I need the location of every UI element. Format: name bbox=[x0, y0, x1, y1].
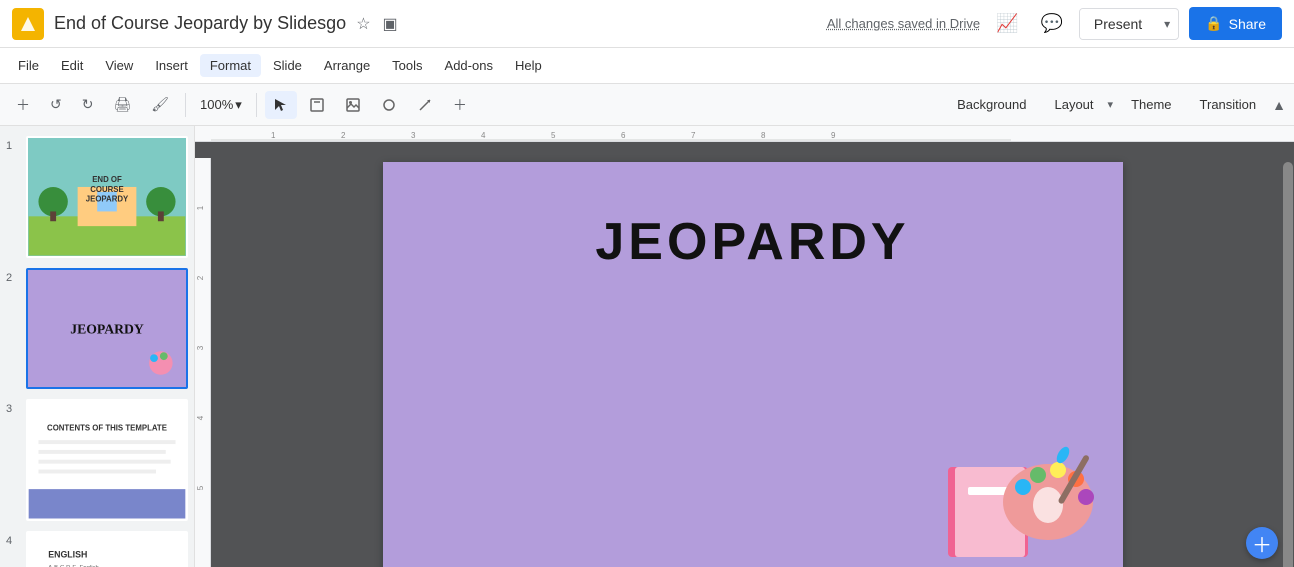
slide-thumbnail-1[interactable]: END OF COURSE JEOPARDY bbox=[26, 136, 188, 258]
svg-text:1: 1 bbox=[196, 205, 205, 210]
palette-decoration bbox=[943, 437, 1103, 557]
canvas-with-ruler: 1 2 3 4 5 JEOPARDY bbox=[195, 142, 1294, 567]
canvas-area: 1 2 3 4 5 6 7 8 9 1 2 3 4 5 bbox=[195, 126, 1294, 567]
slide-thumbnail-2[interactable]: JEOPARDY bbox=[26, 268, 188, 390]
svg-text:9: 9 bbox=[831, 131, 836, 140]
layout-arrow-icon[interactable]: ▾ bbox=[1106, 94, 1116, 115]
transition-button[interactable]: Transition bbox=[1188, 91, 1269, 118]
collapse-toolbar-button[interactable]: ▲ bbox=[1272, 97, 1286, 113]
svg-text:7: 7 bbox=[691, 131, 696, 140]
share-button[interactable]: 🔒 Share bbox=[1189, 7, 1282, 40]
zoom-control[interactable]: 100% ▾ bbox=[194, 93, 248, 117]
svg-text:6: 6 bbox=[621, 131, 626, 140]
ruler-horizontal: 1 2 3 4 5 6 7 8 9 bbox=[195, 126, 1294, 142]
svg-text:1: 1 bbox=[271, 131, 276, 140]
vertical-scrollbar[interactable] bbox=[1282, 142, 1294, 567]
app-icon bbox=[12, 8, 44, 40]
svg-text:ENGLISH: ENGLISH bbox=[48, 549, 87, 559]
main-content: 1 END O bbox=[0, 126, 1294, 567]
toolbar-right-section: Background Layout ▾ Theme Transition ▲ bbox=[945, 91, 1286, 118]
shape-tool[interactable] bbox=[373, 91, 405, 119]
svg-text:END OF: END OF bbox=[92, 175, 122, 184]
print-button[interactable]: 🖨 bbox=[105, 90, 139, 119]
svg-text:COURSE: COURSE bbox=[90, 185, 124, 194]
slide-canvas[interactable]: JEOPARDY bbox=[383, 162, 1123, 567]
menu-insert[interactable]: Insert bbox=[145, 54, 198, 77]
image-tool[interactable] bbox=[337, 91, 369, 119]
zoom-value: 100% bbox=[200, 97, 233, 112]
slide-1-preview: END OF COURSE JEOPARDY bbox=[28, 138, 186, 256]
cursor-tool[interactable] bbox=[265, 91, 297, 119]
svg-text:5: 5 bbox=[551, 131, 556, 140]
toolbar-separator-1 bbox=[185, 93, 186, 117]
menu-view[interactable]: View bbox=[95, 54, 143, 77]
share-label: Share bbox=[1229, 16, 1266, 32]
slide-number-4: 4 bbox=[6, 535, 20, 547]
title-right-actions: 📈 💬 Present ▾ 🔒 Share bbox=[990, 7, 1282, 40]
present-dropdown-arrow[interactable]: ▾ bbox=[1156, 10, 1178, 38]
toolbar: ＋ ↺ ↻ 🖨 🖌 100% ▾ ＋ Background Layout ▾ T… bbox=[0, 84, 1294, 126]
svg-text:3: 3 bbox=[411, 131, 416, 140]
zoom-arrow-icon: ▾ bbox=[235, 97, 242, 113]
slide-item-4[interactable]: 4 ENGLISH A-B-C-D-E, English... bbox=[4, 529, 190, 567]
document-title-area: End of Course Jeopardy by Slidesgo ☆ ▣ bbox=[54, 12, 817, 36]
svg-text:JEOPARDY: JEOPARDY bbox=[70, 321, 144, 336]
slide-number-3: 3 bbox=[6, 403, 20, 415]
slide-3-preview: CONTENTS OF THIS TEMPLATE bbox=[28, 401, 186, 519]
slide-item-3[interactable]: 3 CONTENTS OF THIS TEMPLATE bbox=[4, 397, 190, 523]
svg-text:CONTENTS OF THIS TEMPLATE: CONTENTS OF THIS TEMPLATE bbox=[47, 423, 167, 432]
folder-icon[interactable]: ▣ bbox=[381, 12, 400, 36]
background-button[interactable]: Background bbox=[945, 91, 1038, 118]
more-tools-button[interactable]: ＋ bbox=[445, 89, 475, 121]
svg-text:8: 8 bbox=[761, 131, 766, 140]
paint-format-button[interactable]: 🖌 bbox=[143, 90, 177, 119]
document-title[interactable]: End of Course Jeopardy by Slidesgo bbox=[54, 13, 346, 34]
redo-button[interactable]: ↻ bbox=[74, 90, 102, 119]
svg-text:5: 5 bbox=[196, 485, 205, 490]
add-slide-button[interactable]: ＋ bbox=[8, 89, 38, 121]
comment-icon[interactable]: 💬 bbox=[1035, 7, 1069, 40]
analytics-icon[interactable]: 📈 bbox=[990, 7, 1024, 40]
slide-thumbnail-3[interactable]: CONTENTS OF THIS TEMPLATE bbox=[26, 399, 188, 521]
undo-button[interactable]: ↺ bbox=[42, 90, 70, 119]
svg-text:4: 4 bbox=[196, 415, 205, 420]
slide-canvas-wrapper: JEOPARDY bbox=[195, 142, 1294, 567]
menu-bar: File Edit View Insert Format Slide Arran… bbox=[0, 48, 1294, 84]
ruler-vertical: 1 2 3 4 5 bbox=[195, 158, 211, 567]
svg-text:JEOPARDY: JEOPARDY bbox=[86, 195, 129, 204]
slide-4-preview: ENGLISH A-B-C-D-E, English... bbox=[28, 533, 186, 567]
present-main-button[interactable]: Present bbox=[1080, 9, 1156, 39]
slide-number-2: 2 bbox=[6, 272, 20, 284]
slide-2-preview: JEOPARDY bbox=[28, 270, 186, 388]
theme-button[interactable]: Theme bbox=[1119, 91, 1183, 118]
menu-edit[interactable]: Edit bbox=[51, 54, 93, 77]
add-floating-button[interactable]: ＋ bbox=[1246, 527, 1278, 559]
text-box-tool[interactable] bbox=[301, 91, 333, 119]
svg-text:2: 2 bbox=[341, 131, 346, 140]
line-tool[interactable] bbox=[409, 91, 441, 119]
menu-slide[interactable]: Slide bbox=[263, 54, 312, 77]
star-icon[interactable]: ☆ bbox=[354, 12, 372, 36]
menu-format[interactable]: Format bbox=[200, 54, 261, 77]
menu-tools[interactable]: Tools bbox=[382, 54, 432, 77]
slide-thumbnail-4[interactable]: ENGLISH A-B-C-D-E, English... bbox=[26, 531, 188, 567]
autosave-status: All changes saved in Drive bbox=[827, 16, 980, 31]
svg-text:4: 4 bbox=[481, 131, 486, 140]
menu-help[interactable]: Help bbox=[505, 54, 552, 77]
menu-file[interactable]: File bbox=[8, 54, 49, 77]
jeopardy-title-text[interactable]: JEOPARDY bbox=[595, 212, 909, 272]
slide-number-1: 1 bbox=[6, 140, 20, 152]
title-bar: End of Course Jeopardy by Slidesgo ☆ ▣ A… bbox=[0, 0, 1294, 48]
slide-item-1[interactable]: 1 END O bbox=[4, 134, 190, 260]
slide-item-2[interactable]: 2 JEOPARDY bbox=[4, 266, 190, 392]
slides-panel: 1 END O bbox=[0, 126, 195, 567]
svg-text:2: 2 bbox=[196, 275, 205, 280]
layout-button[interactable]: Layout bbox=[1042, 91, 1105, 118]
present-button-group[interactable]: Present ▾ bbox=[1079, 8, 1179, 40]
menu-addons[interactable]: Add-ons bbox=[435, 54, 503, 77]
svg-text:3: 3 bbox=[196, 345, 205, 350]
menu-arrange[interactable]: Arrange bbox=[314, 54, 380, 77]
toolbar-separator-2 bbox=[256, 93, 257, 117]
lock-icon: 🔒 bbox=[1205, 15, 1222, 32]
